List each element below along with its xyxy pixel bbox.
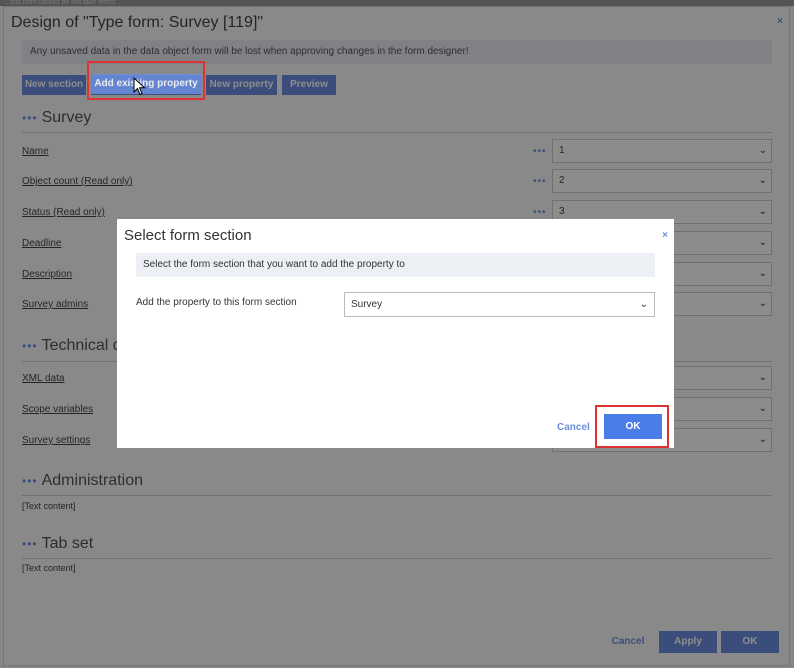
modal-title: Select form section: [124, 227, 252, 244]
mouse-cursor-icon: [133, 77, 146, 96]
form-section-select[interactable]: Survey ⌄: [344, 292, 655, 317]
select-form-section-modal: Select form section × Select the form se…: [117, 219, 674, 448]
highlight-ok-button: [595, 405, 669, 448]
close-icon[interactable]: ×: [662, 230, 668, 241]
modal-cancel-button[interactable]: Cancel: [557, 422, 590, 433]
chevron-down-icon: ⌄: [639, 299, 648, 310]
form-section-label: Add the property to this form section: [136, 297, 297, 308]
modal-info-text: Select the form section that you want to…: [136, 253, 655, 277]
